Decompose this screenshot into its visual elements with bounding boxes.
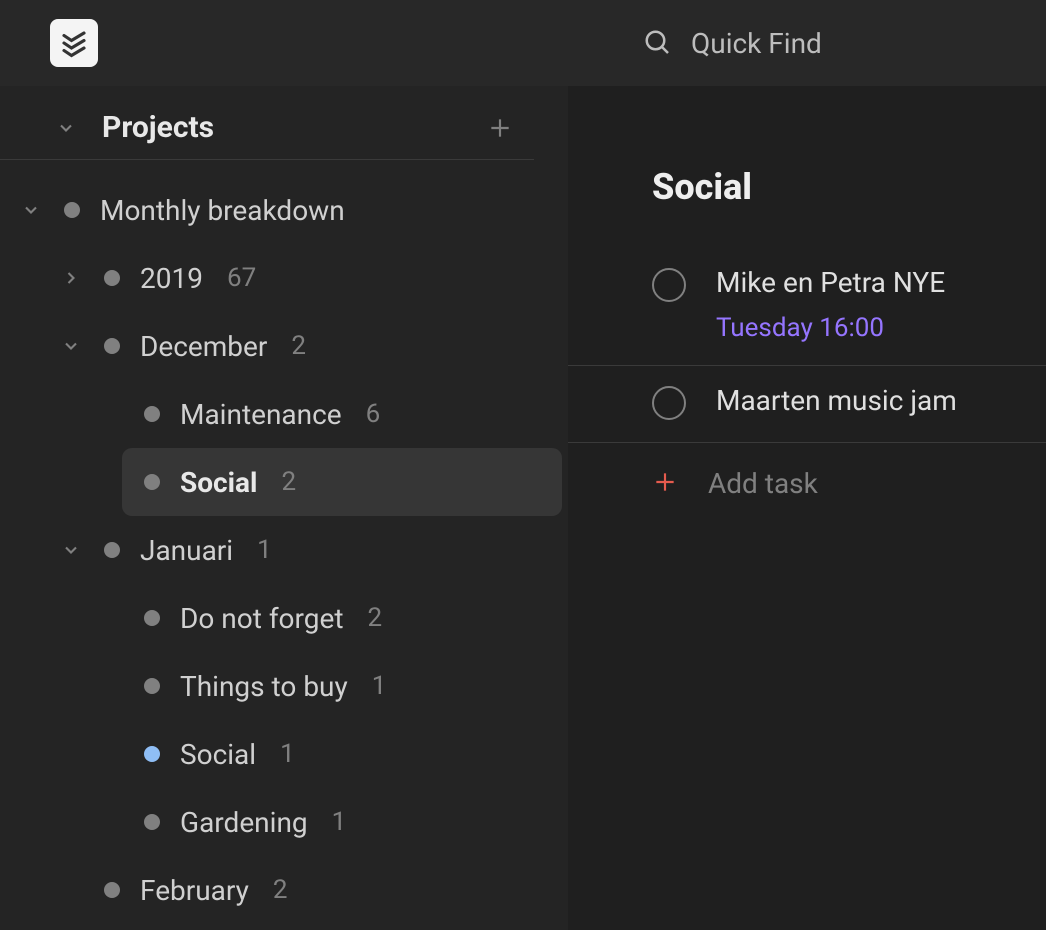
task-checkbox[interactable]	[652, 268, 686, 302]
project-dot-icon	[104, 882, 120, 898]
project-dot-icon	[104, 542, 120, 558]
project-count: 1	[257, 535, 272, 565]
sidebar-item-do-not-forget[interactable]: Do not forget 2	[0, 584, 568, 652]
project-label: 2019	[140, 262, 203, 295]
project-label: Januari	[140, 534, 233, 567]
chevron-right-icon	[58, 268, 84, 288]
sidebar: Projects Monthly breakdown 2019 67	[0, 86, 568, 930]
project-label: December	[140, 330, 267, 363]
search-icon	[643, 28, 673, 58]
project-label: February	[140, 874, 249, 907]
sidebar-item-social-januari[interactable]: Social 1	[0, 720, 568, 788]
projects-title: Projects	[102, 110, 462, 145]
add-project-button[interactable]	[486, 114, 514, 142]
app-logo[interactable]	[50, 19, 98, 67]
task-due-date: Tuesday 16:00	[716, 313, 1016, 343]
project-label: Social	[180, 466, 257, 499]
project-dot-icon	[144, 814, 160, 830]
search-area[interactable]: Quick Find	[643, 27, 822, 60]
project-label: Do not forget	[180, 602, 344, 635]
sidebar-item-maintenance[interactable]: Maintenance 6	[0, 380, 568, 448]
project-label: Gardening	[180, 806, 308, 839]
add-task-label: Add task	[708, 467, 818, 500]
chevron-down-icon	[58, 540, 84, 560]
project-count: 6	[366, 399, 381, 429]
task-title: Maarten music jam	[716, 384, 1016, 417]
project-dot-icon	[104, 338, 120, 354]
project-count: 2	[281, 467, 296, 497]
projects-header[interactable]: Projects	[0, 96, 534, 160]
topbar: Quick Find	[0, 0, 1046, 86]
todoist-logo-icon	[59, 28, 89, 58]
sidebar-item-monthly-breakdown[interactable]: Monthly breakdown	[0, 176, 568, 244]
project-count: 2	[291, 331, 306, 361]
project-label: Social	[180, 738, 256, 771]
add-task-button[interactable]: Add task	[568, 443, 1046, 524]
project-count: 2	[368, 603, 383, 633]
task-title: Mike en Petra NYE	[716, 266, 1016, 299]
sidebar-item-things-to-buy[interactable]: Things to buy 1	[0, 652, 568, 720]
project-label: Maintenance	[180, 398, 342, 431]
project-dot-icon	[144, 406, 160, 422]
chevron-down-icon	[58, 336, 84, 356]
sidebar-item-2019[interactable]: 2019 67	[0, 244, 568, 312]
task-row[interactable]: Mike en Petra NYE Tuesday 16:00	[568, 248, 1046, 366]
project-count: 2	[273, 875, 288, 905]
chevron-down-icon	[18, 200, 44, 220]
project-dot-icon	[144, 610, 160, 626]
project-dot-icon	[144, 746, 160, 762]
project-dot-icon	[144, 678, 160, 694]
task-checkbox[interactable]	[652, 386, 686, 420]
project-label: Things to buy	[180, 670, 348, 703]
project-count: 1	[280, 739, 295, 769]
project-count: 1	[332, 807, 347, 837]
sidebar-item-januari[interactable]: Januari 1	[0, 516, 568, 584]
project-dot-icon	[144, 474, 160, 490]
sidebar-item-february[interactable]: February 2	[0, 856, 568, 924]
page-title: Social	[652, 166, 1046, 208]
project-dot-icon	[64, 202, 80, 218]
sidebar-item-gardening[interactable]: Gardening 1	[0, 788, 568, 856]
plus-icon	[652, 469, 678, 499]
project-dot-icon	[104, 270, 120, 286]
project-label: Monthly breakdown	[100, 194, 345, 227]
project-count: 67	[227, 263, 256, 293]
task-row[interactable]: Maarten music jam	[568, 366, 1046, 443]
sidebar-item-december[interactable]: December 2	[0, 312, 568, 380]
main-panel: Social Mike en Petra NYE Tuesday 16:00 M…	[568, 86, 1046, 930]
search-placeholder: Quick Find	[691, 27, 822, 60]
plus-icon	[487, 115, 513, 141]
project-count: 1	[372, 671, 387, 701]
sidebar-item-social-december[interactable]: Social 2	[122, 448, 562, 516]
chevron-down-icon	[54, 116, 78, 140]
